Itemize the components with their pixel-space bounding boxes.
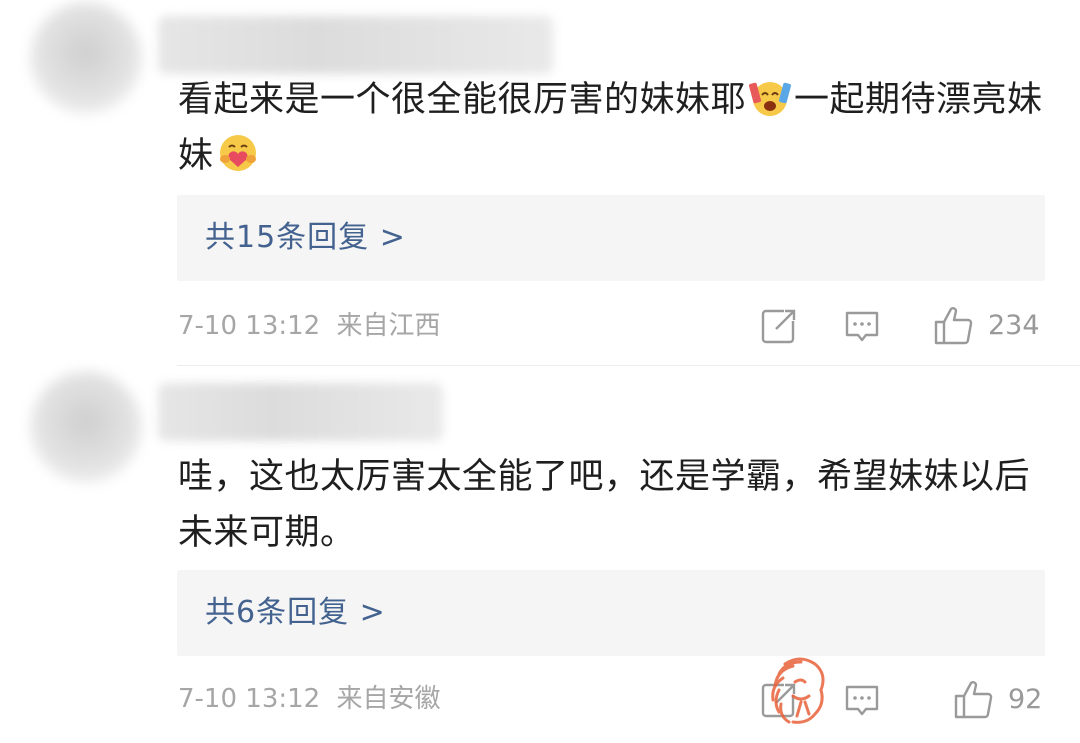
comment-icon <box>845 311 879 342</box>
avatar[interactable] <box>30 2 142 114</box>
comment-button[interactable] <box>842 303 882 347</box>
like-button[interactable]: 92 <box>932 677 1044 721</box>
timestamp: 7-10 13:12 <box>178 684 321 714</box>
location: 来自安徽 <box>336 684 441 714</box>
view-replies-button[interactable]: 共6条回复 > <box>177 570 1045 656</box>
username-blurred[interactable] <box>158 16 553 74</box>
comment-item: 看起来是一个很全能很厉害的妹妹耶 一起期待漂亮妹妹 共15条回复 > 7-10 … <box>0 0 1080 365</box>
thumbs-up-icon <box>934 307 973 345</box>
thumbs-up-icon <box>954 681 993 719</box>
comment-text: 看起来是一个很全能很厉害的妹妹耶 一起期待漂亮妹妹 <box>178 72 1058 184</box>
replies-label: 共15条回复 > <box>205 220 406 255</box>
comment-icon <box>845 685 879 716</box>
replies-label: 共6条回复 > <box>205 595 386 630</box>
avatar[interactable] <box>30 371 142 483</box>
location: 来自江西 <box>336 311 441 341</box>
share-button[interactable] <box>758 303 798 347</box>
timestamp: 7-10 13:12 <box>178 311 321 341</box>
hug-heart-emoji-icon <box>219 135 256 171</box>
share-icon <box>761 309 796 344</box>
like-count: 92 <box>1008 684 1043 715</box>
comment-meta: 7-10 13:12 来自江西 <box>178 309 440 343</box>
comment-text: 哇，这也太厉害太全能了吧，还是学霸，希望妹妹以后未来可期。 <box>178 457 1031 553</box>
comment-item: 哇，这也太厉害太全能了吧，还是学霸，希望妹妹以后未来可期。 共6条回复 > 7-… <box>0 365 1080 743</box>
crying-laughing-emoji-icon <box>749 82 792 116</box>
view-replies-button[interactable]: 共15条回复 > <box>177 195 1045 281</box>
comment-text-part: 看起来是一个很全能很厉害的妹妹耶 <box>178 80 747 120</box>
logo-watermark-icon <box>771 657 825 724</box>
comment-button[interactable] <box>842 677 882 721</box>
username-blurred[interactable] <box>158 383 443 441</box>
like-count: 234 <box>988 310 1040 341</box>
like-button[interactable]: 234 <box>932 303 1044 347</box>
comment-meta: 7-10 13:12 来自安徽 <box>178 682 440 716</box>
